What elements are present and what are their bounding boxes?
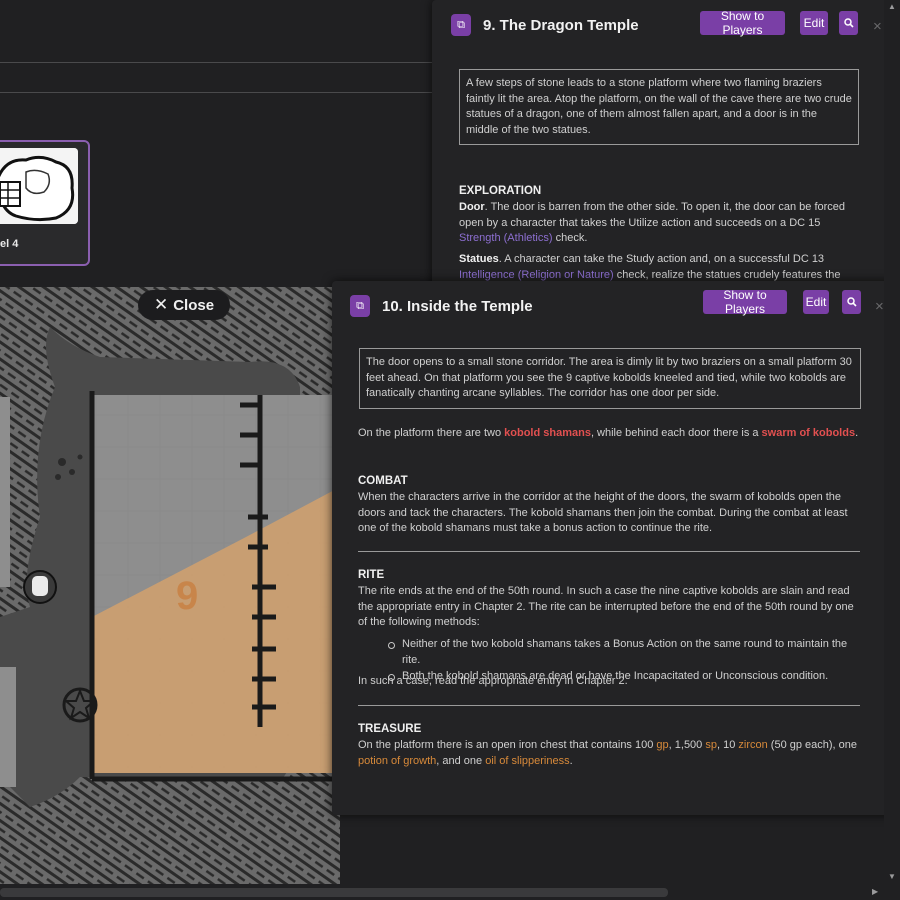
panel-title-main: 10. Inside the Temple bbox=[382, 298, 533, 315]
map-close-button[interactable]: ✕ Close bbox=[138, 290, 230, 320]
search-icon bbox=[846, 297, 857, 307]
show-to-players-button-main[interactable]: Show to Players bbox=[703, 288, 787, 316]
map-thumbnail-image bbox=[0, 148, 78, 224]
window-scroll-down-arrow[interactable]: ▼ bbox=[888, 872, 896, 881]
sp-link[interactable]: sp bbox=[705, 739, 717, 751]
treasure-text-end: . bbox=[569, 754, 573, 767]
combat-heading: COMBAT bbox=[358, 475, 408, 487]
exploration-heading: EXPLORATION bbox=[459, 185, 542, 197]
intro-text-end: . bbox=[855, 427, 859, 439]
window-horizontal-scrollbar[interactable]: ▶ bbox=[0, 884, 884, 900]
location-panel-dragon-temple: ⧉ 9. The Dragon Temple Show to Players E… bbox=[432, 0, 894, 300]
intro-text-2: , while behind each door there is a bbox=[590, 427, 762, 439]
statues-paragraph: Statues. A character can take the Study … bbox=[459, 252, 859, 283]
zircon-link[interactable]: zircon bbox=[738, 739, 767, 751]
treasure-text-4: (50 gp each), one bbox=[767, 739, 858, 751]
section-divider bbox=[358, 705, 860, 706]
rite-paragraph: The rite ends at the end of the 50th rou… bbox=[358, 585, 854, 628]
oil-of-slipperiness-link[interactable]: oil of slipperiness bbox=[485, 755, 569, 767]
location-panel-inside-temple: ⧉ 10. Inside the Temple Show to Players … bbox=[332, 281, 896, 815]
close-icon: ✕ bbox=[153, 295, 169, 314]
window-scroll-right-arrow[interactable]: ▶ bbox=[872, 887, 878, 896]
dungeon-map[interactable]: 9 bbox=[0, 287, 340, 900]
statues-text: . A character can take the Study action … bbox=[498, 253, 825, 265]
read-aloud-box-main: The door opens to a small stone corridor… bbox=[359, 348, 861, 409]
swarm-of-kobolds-link[interactable]: swarm of kobolds bbox=[762, 427, 856, 439]
map-close-label: Close bbox=[173, 296, 215, 314]
gp-link[interactable]: gp bbox=[656, 739, 668, 751]
door-text-end: check. bbox=[552, 232, 588, 244]
map-thumbnail-card[interactable]: el 4 bbox=[0, 140, 90, 266]
map-pin-icon[interactable]: ⧉ bbox=[350, 295, 370, 317]
panel-header: ⧉ 9. The Dragon Temple Show to Players E… bbox=[432, 0, 894, 52]
window-scroll-up-arrow[interactable]: ▲ bbox=[888, 2, 896, 11]
treasure-heading: TREASURE bbox=[358, 723, 422, 735]
toolbar-divider bbox=[0, 62, 432, 63]
window-horizontal-scroll-thumb[interactable] bbox=[0, 888, 668, 897]
statues-text-end: check, realize the statues crudely featu… bbox=[613, 268, 841, 281]
section-divider bbox=[358, 551, 860, 552]
statues-label: Statues bbox=[459, 253, 499, 265]
edit-button[interactable]: Edit bbox=[800, 11, 828, 35]
search-icon bbox=[843, 18, 854, 28]
intelligence-link[interactable]: Intelligence (Religion or Nature) bbox=[459, 269, 614, 281]
intro-text: On the platform there are two bbox=[358, 427, 505, 439]
kobold-shamans-link[interactable]: kobold shamans bbox=[504, 427, 591, 439]
window-vertical-scrollbar[interactable]: ▲ ▼ bbox=[884, 0, 900, 900]
panel-close-icon-main[interactable]: × bbox=[875, 298, 884, 315]
rite-after-paragraph: In such a case, read the appropriate ent… bbox=[358, 675, 628, 687]
read-aloud-box: A few steps of stone leads to a stone pl… bbox=[459, 69, 859, 145]
toolbar-divider-2 bbox=[0, 92, 432, 93]
panel-title: 9. The Dragon Temple bbox=[483, 17, 639, 34]
search-button[interactable] bbox=[839, 11, 858, 35]
door-paragraph: Door. The door is barren from the other … bbox=[459, 200, 859, 247]
treasure-text-2: , 1,500 bbox=[668, 739, 706, 751]
potion-of-growth-link[interactable]: potion of growth bbox=[358, 755, 436, 767]
search-button-main[interactable] bbox=[842, 290, 861, 314]
rite-bullet: Neither of the two kobold shamans takes … bbox=[388, 637, 858, 668]
map-room-number: 9 bbox=[176, 574, 198, 618]
treasure-paragraph: On the platform there is an open iron ch… bbox=[358, 738, 864, 769]
strength-athletics-link[interactable]: Strength (Athletics) bbox=[459, 232, 553, 244]
treasure-text-5: , and one bbox=[436, 754, 486, 767]
panel-close-icon[interactable]: × bbox=[873, 18, 882, 35]
door-label: Door bbox=[459, 201, 485, 213]
intro-paragraph: On the platform there are two kobold sha… bbox=[358, 426, 868, 442]
panel-header-main: ⧉ 10. Inside the Temple Show to Players … bbox=[332, 281, 896, 333]
combat-paragraph: When the characters arrive in the corrid… bbox=[358, 491, 848, 534]
show-to-players-button[interactable]: Show to Players bbox=[700, 9, 785, 37]
door-text: . The door is barren from the other side… bbox=[459, 201, 846, 229]
edit-button-main[interactable]: Edit bbox=[803, 290, 829, 314]
treasure-text-3: , 10 bbox=[716, 739, 739, 751]
rite-heading: RITE bbox=[358, 569, 385, 581]
treasure-text: On the platform there is an open iron ch… bbox=[358, 739, 657, 751]
map-pin-icon[interactable]: ⧉ bbox=[451, 14, 471, 36]
map-thumbnail-label: el 4 bbox=[0, 238, 19, 250]
